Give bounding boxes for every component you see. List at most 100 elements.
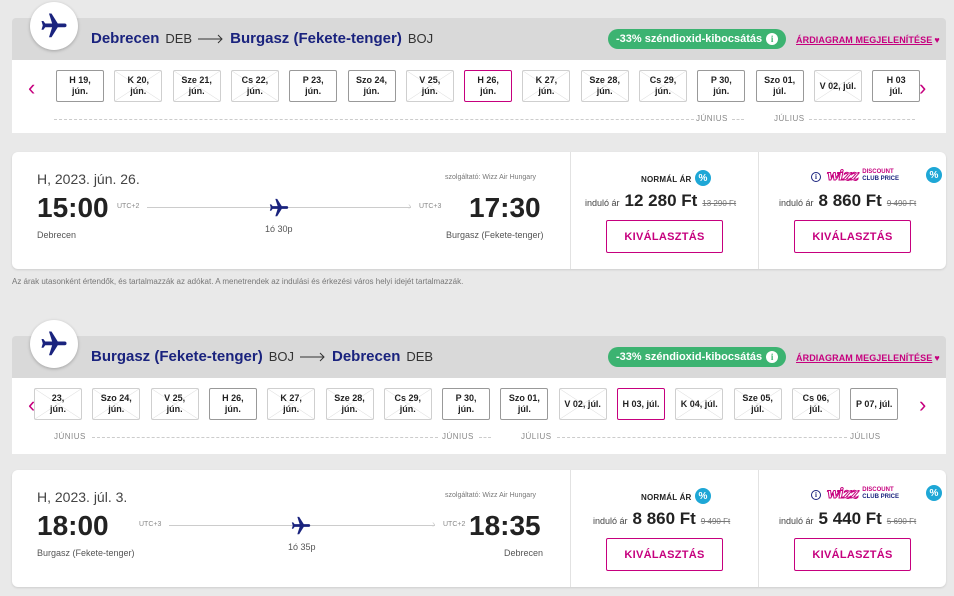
departure-tz: UTC+2 (117, 203, 140, 210)
date-month: jún. (246, 86, 263, 96)
destination-city: Burgasz (Fekete-tenger) (230, 30, 402, 47)
date-option[interactable]: Cs 06, júl. (791, 388, 840, 420)
date-month: júl. (809, 404, 823, 414)
co2-badge[interactable]: -33% széndioxid-kibocsátás i (608, 347, 787, 367)
date-option[interactable]: Cs 22, jún. (230, 70, 279, 102)
origin-code: BOJ (268, 349, 294, 364)
date-label: Szo 01, (764, 75, 796, 85)
inbound-date-strip: ‹ 23, jún. Szo 24, jún. V 25, jún. H 26, jún. K … (12, 378, 946, 454)
percent-badge-icon: % (695, 170, 711, 186)
co2-badge[interactable]: -33% széndioxid-kibocsátás i (608, 29, 787, 49)
date-label: Szo 01, (508, 393, 540, 403)
info-icon[interactable]: i (811, 490, 821, 500)
info-icon[interactable]: i (811, 172, 821, 182)
flight-duration: 1ó 35p (288, 542, 316, 552)
club-fare: i wizz DISCOUNT CLUB PRICE % induló ár 5 … (758, 470, 946, 587)
date-option[interactable]: Cs 29, jún. (639, 70, 687, 102)
select-normal-fare-button[interactable]: KIVÁLASZTÁS (606, 220, 723, 253)
club-fare-price: induló ár 5 440 Ft 5 690 Ft (779, 509, 916, 529)
date-month: júl. (517, 404, 531, 414)
date-label: P 07, júl. (856, 398, 893, 409)
date-option[interactable]: Sze 21, jún. (172, 70, 221, 102)
date-option[interactable]: P 30, jún. (442, 388, 491, 420)
date-month: júl. (773, 86, 787, 96)
date-option[interactable]: V 25, jún. (150, 388, 199, 420)
select-normal-fare-button[interactable]: KIVÁLASZTÁS (606, 538, 723, 571)
price-old: 13 290 Ft (702, 199, 737, 208)
date-option[interactable]: P 30, jún. (697, 70, 746, 102)
date-label: K 27, (535, 75, 558, 85)
price-diagram-label: ÁRDIAGRAM MEGJELENÍTÉSE (796, 35, 933, 45)
info-icon: i (766, 33, 779, 45)
date-option[interactable]: K 27, jún. (522, 70, 571, 102)
date-option[interactable]: P 23, jún. (289, 70, 338, 102)
date-label: V 25, (419, 75, 441, 85)
date-option[interactable]: Szo 01, júl. (755, 70, 804, 102)
origin-city: Debrecen (91, 30, 160, 47)
date-label: Szo 24, (100, 393, 132, 403)
chevron-right-icon[interactable]: › (919, 394, 926, 416)
date-option[interactable]: V 25, jún. (405, 70, 454, 102)
date-option[interactable]: P 07, júl. (850, 388, 899, 420)
price-diagram-link[interactable]: ÁRDIAGRAM MEGJELENÍTÉSE ♥ (796, 35, 940, 45)
date-option[interactable]: K 27, jún. (267, 388, 316, 420)
date-option[interactable]: K 20, jún. (114, 70, 163, 102)
date-option[interactable]: Sze 05, júl. (733, 388, 782, 420)
price-prefix: induló ár (585, 198, 620, 208)
co2-label: -33% széndioxid-kibocsátás (616, 351, 763, 363)
outbound-route: Debrecen DEB Burgasz (Fekete-tenger) BOJ (91, 30, 433, 47)
date-option[interactable]: V 02, júl. (558, 388, 607, 420)
outbound-plane-badge (30, 2, 78, 50)
month-divider (54, 119, 694, 120)
month-label-june: JÚNIUS (54, 432, 86, 441)
price-diagram-link[interactable]: ÁRDIAGRAM MEGJELENÍTÉSE ♥ (796, 353, 940, 363)
normal-fare-label: NORMÁL ÁR (641, 175, 692, 184)
date-label: P 30, (710, 75, 732, 85)
select-club-fare-button[interactable]: KIVÁLASZTÁS (794, 538, 911, 571)
outbound-flight-card: H, 2023. jún. 26. szolgáltató: Wizz Air … (12, 152, 946, 269)
date-option[interactable]: K 04, júl. (675, 388, 724, 420)
date-label: Sze 28, (334, 393, 365, 403)
percent-badge-icon: % (926, 485, 942, 501)
date-option[interactable]: V 02, júl. (813, 70, 862, 102)
date-label: K 20, (127, 75, 150, 85)
flight-search-results: Debrecen DEB Burgasz (Fekete-tenger) BOJ… (0, 0, 954, 596)
date-option[interactable]: H 26, jún. (208, 388, 257, 420)
date-month: jún. (130, 86, 147, 96)
date-label: P 30, (455, 393, 477, 403)
date-option[interactable]: H 03, júl. (617, 388, 665, 420)
month-divider (809, 119, 915, 120)
date-option[interactable]: Szo 24, jún. (92, 388, 141, 420)
co2-label: -33% széndioxid-kibocsátás (616, 33, 763, 45)
percent-badge-icon: % (926, 167, 942, 183)
month-divider (479, 437, 491, 438)
chevron-left-icon[interactable]: ‹ (28, 77, 35, 99)
date-month: júl. (889, 86, 903, 96)
price-value: 5 440 Ft (818, 509, 882, 528)
club-fare: i wizz DISCOUNT CLUB PRICE % induló ár 8 … (758, 152, 946, 269)
date-option[interactable]: H 19, jún. (56, 70, 104, 102)
price-prefix: induló ár (779, 198, 814, 208)
departure-time: 15:00 (37, 192, 109, 223)
date-label: Sze 05, (742, 393, 773, 403)
date-label: H 19, (69, 75, 91, 85)
date-option[interactable]: Cs 29, jún. (383, 388, 432, 420)
date-option[interactable]: Sze 28, jún. (580, 70, 629, 102)
month-label-july: JÚLIUS (850, 432, 881, 441)
date-option[interactable]: H 26, jún. (464, 70, 513, 102)
date-option[interactable]: Szo 24, jún. (347, 70, 396, 102)
date-option[interactable]: H 03 júl. (872, 70, 921, 102)
flight-duration: 1ó 30p (265, 224, 293, 234)
date-month: jún. (363, 86, 380, 96)
chevron-right-icon[interactable]: › (919, 77, 926, 99)
departure-tz: UTC+3 (139, 521, 162, 528)
departure-city: Burgasz (Fekete-tenger) (37, 548, 135, 558)
date-option[interactable]: 23, jún. (34, 388, 82, 420)
date-option[interactable]: Sze 28, jún. (325, 388, 374, 420)
date-option[interactable]: Szo 01, júl. (500, 388, 549, 420)
date-month: jún. (50, 404, 66, 414)
airplane-icon (291, 516, 311, 535)
normal-fare: NORMÁL ÁR % induló ár 12 280 Ft 13 290 F… (570, 152, 758, 269)
select-club-fare-button[interactable]: KIVÁLASZTÁS (794, 220, 911, 253)
date-label: V 25, (164, 393, 186, 403)
